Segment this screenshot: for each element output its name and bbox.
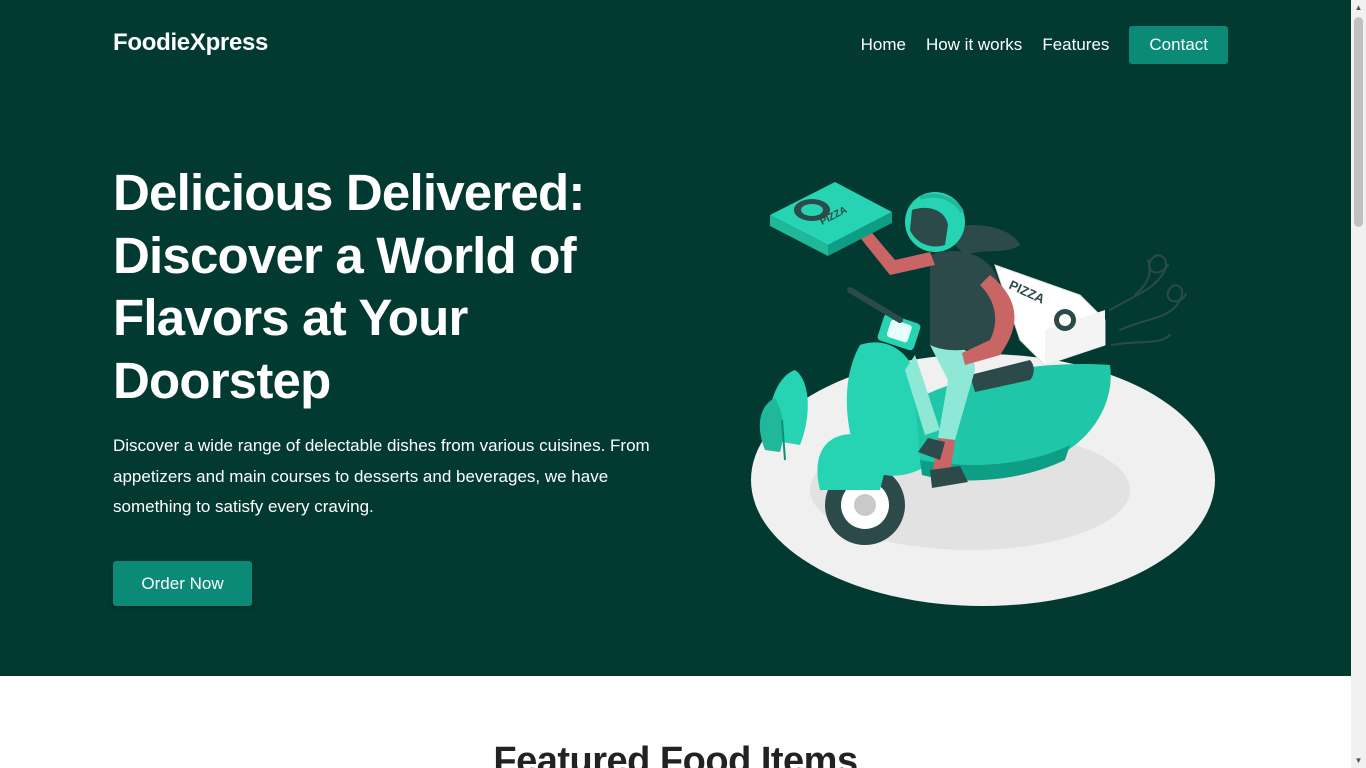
nav-link-home[interactable]: Home (861, 35, 906, 55)
page-scrollbar[interactable]: ▲ ▼ (1351, 0, 1366, 768)
hero-section: FoodieXpress Home How it works Features … (0, 0, 1351, 676)
scroll-down-arrow-icon[interactable]: ▼ (1351, 753, 1366, 768)
page: FoodieXpress Home How it works Features … (0, 0, 1351, 768)
nav-link-how-it-works[interactable]: How it works (926, 35, 1022, 55)
scroll-up-arrow-icon[interactable]: ▲ (1351, 0, 1366, 15)
order-now-button[interactable]: Order Now (113, 561, 252, 606)
contact-button[interactable]: Contact (1129, 26, 1228, 64)
featured-section-title: Featured Food Items (493, 740, 858, 768)
nav-link-features[interactable]: Features (1042, 35, 1109, 55)
scroll-thumb[interactable] (1354, 17, 1363, 227)
brand-logo[interactable]: FoodieXpress (113, 29, 268, 57)
main-nav: Home How it works Features Contact (841, 26, 1228, 64)
delivery-scooter-illustration: PIZZA PIZZA (751, 182, 1215, 606)
wind-lines-icon (1109, 254, 1187, 346)
hero-headline: Delicious Delivered: Discover a World of… (113, 164, 585, 409)
hero-description: Discover a wide range of delectable dish… (113, 436, 650, 516)
